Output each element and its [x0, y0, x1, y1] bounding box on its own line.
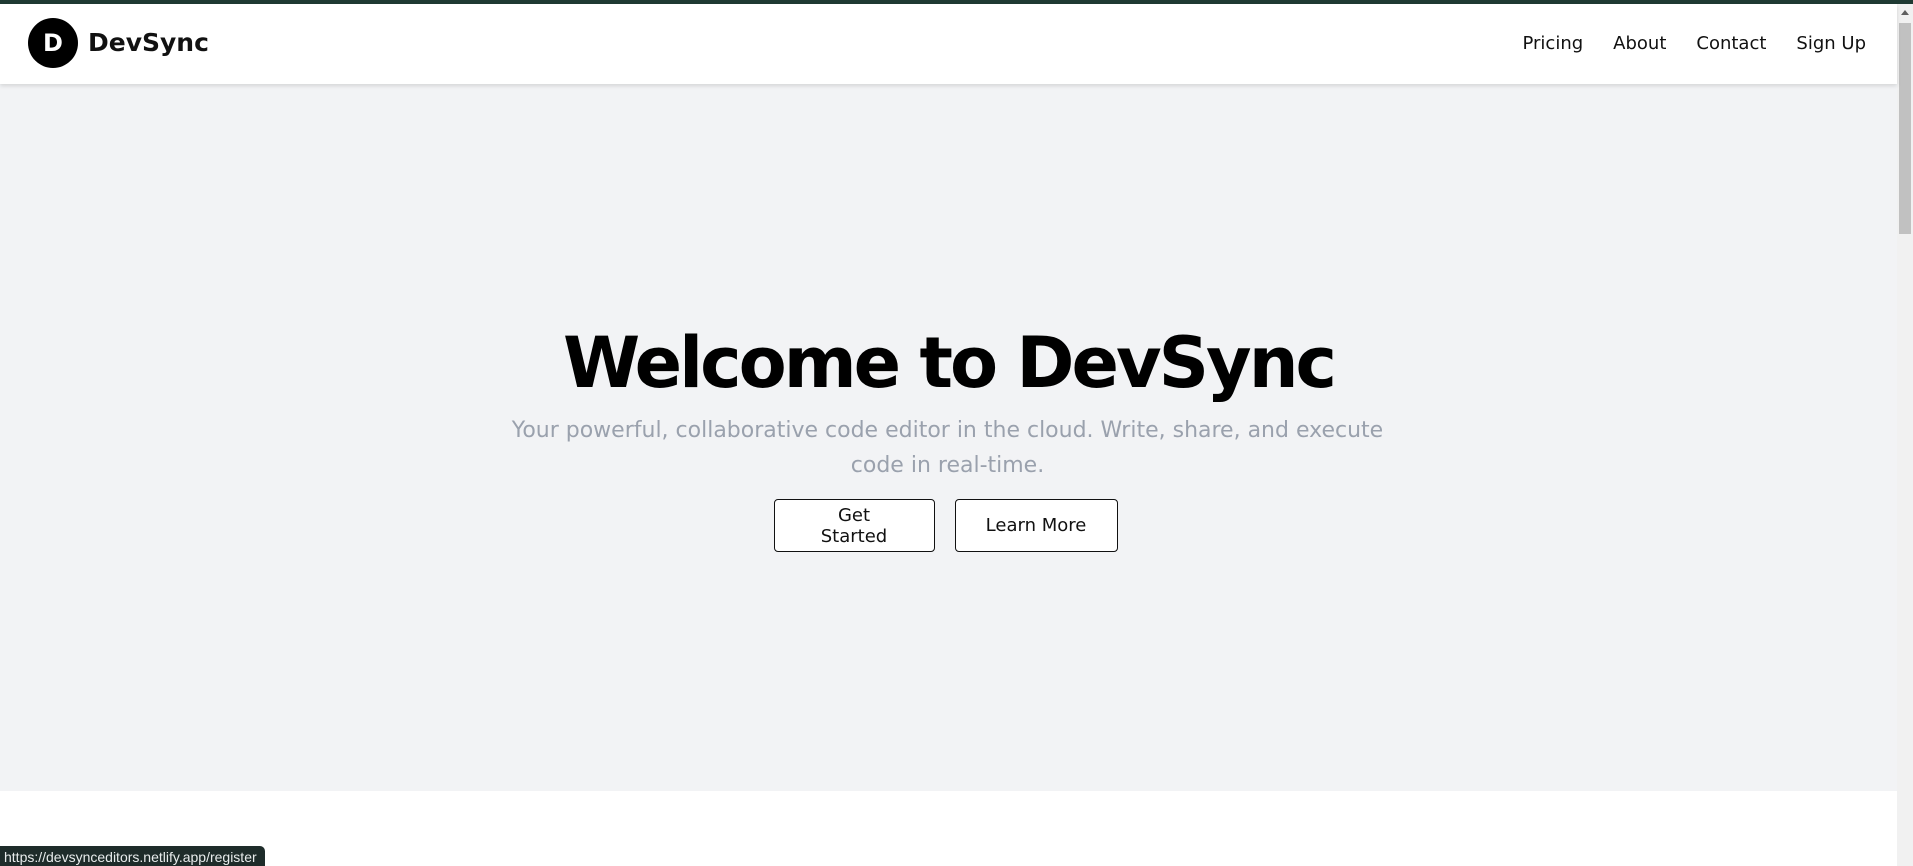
logo-letter: D — [43, 29, 63, 57]
hero-section: Welcome to DevSync Your powerful, collab… — [0, 84, 1897, 791]
link-preview-status: https://devsynceditors.netlify.app/regis… — [0, 846, 265, 866]
logo[interactable]: D — [28, 18, 78, 68]
hero-buttons: Get Started Learn More — [0, 499, 1897, 552]
get-started-button[interactable]: Get Started — [773, 499, 935, 552]
learn-more-button[interactable]: Learn More — [954, 499, 1118, 552]
nav-link-sign-up[interactable]: Sign Up — [1796, 33, 1866, 54]
navbar: D DevSync Pricing About Contact Sign Up — [0, 4, 1897, 84]
hero-subtitle: Your powerful, collaborative code editor… — [511, 418, 1384, 478]
page: D DevSync Pricing About Contact Sign Up … — [0, 4, 1897, 866]
hero-title: Welcome to DevSync — [562, 322, 1337, 404]
nav-link-about[interactable]: About — [1613, 33, 1666, 54]
nav-links: Pricing About Contact Sign Up — [1522, 26, 1866, 60]
vertical-scrollbar[interactable] — [1897, 4, 1913, 866]
nav-link-pricing[interactable]: Pricing — [1522, 33, 1583, 54]
nav-link-contact[interactable]: Contact — [1696, 33, 1766, 54]
scrollbar-thumb[interactable] — [1899, 23, 1911, 234]
next-section — [0, 791, 1897, 866]
brand-name[interactable]: DevSync — [88, 26, 209, 60]
triangle-up-icon[interactable] — [1897, 4, 1913, 21]
